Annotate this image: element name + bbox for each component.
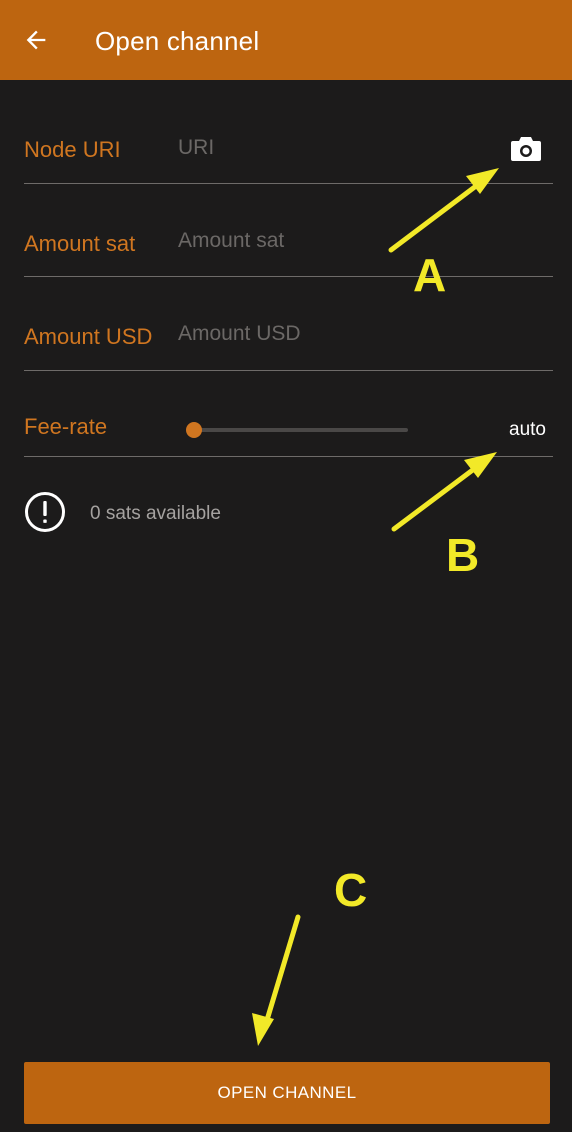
exclamation-circle-icon (25, 492, 65, 532)
fee-rate-label: Fee-rate (24, 414, 108, 439)
amount-usd-label: Amount USD (24, 324, 153, 349)
open-channel-button[interactable]: OPEN CHANNEL (24, 1062, 550, 1124)
node-uri-label: Node URI (24, 137, 121, 162)
camera-icon (511, 137, 541, 161)
balance-info: 0 sats available (24, 491, 424, 533)
page-title: Open channel (95, 26, 260, 56)
amount-sat-label: Amount sat (24, 231, 136, 256)
fee-rate-slider-thumb[interactable] (186, 422, 202, 438)
amount-usd-row: Amount USD (24, 277, 553, 371)
annotation-arrowhead-c (252, 1013, 274, 1046)
amount-usd-input[interactable] (178, 317, 478, 351)
annotation-label-a: A (413, 249, 447, 301)
arrow-left-icon (26, 30, 46, 50)
scan-qr-button[interactable] (509, 134, 543, 164)
fee-rate-row: Fee-rate auto (24, 404, 553, 457)
annotation-label-b: B (446, 529, 480, 581)
annotation-arrow-c (261, 914, 301, 1033)
available-balance-text: 0 sats available (90, 503, 221, 524)
annotation-label-c: C (334, 864, 368, 916)
node-uri-row: Node URI (24, 114, 553, 184)
app-bar: Open channel (0, 0, 572, 80)
amount-sat-row: Amount sat (24, 184, 553, 277)
back-button[interactable] (12, 18, 60, 62)
node-uri-input[interactable] (178, 131, 478, 165)
fee-rate-slider[interactable] (186, 422, 408, 438)
fee-rate-value[interactable]: auto (509, 419, 546, 441)
